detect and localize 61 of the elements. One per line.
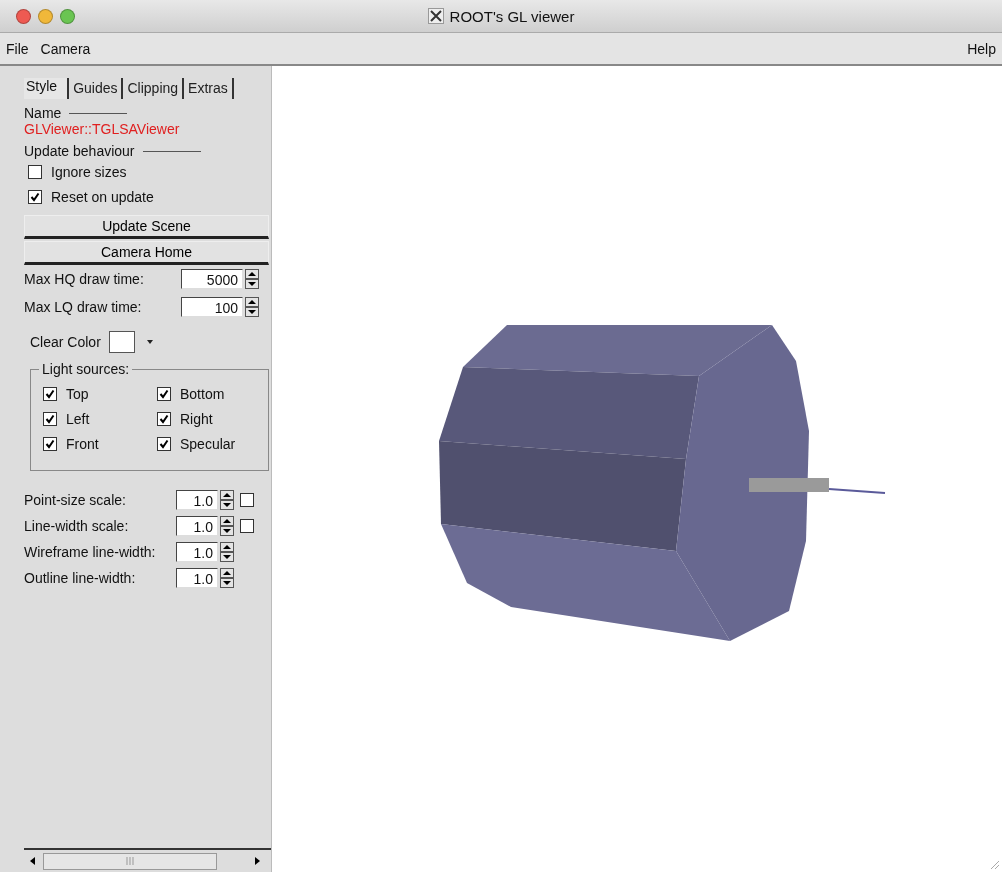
checkbox[interactable] bbox=[157, 387, 171, 401]
field-label: Outline line-width: bbox=[24, 570, 137, 586]
help-menu[interactable]: Help bbox=[967, 40, 996, 57]
color-swatch[interactable] bbox=[108, 331, 135, 353]
checkbox-label: Reset on update bbox=[51, 189, 154, 205]
checkbox[interactable] bbox=[240, 493, 254, 507]
spin-buttons[interactable] bbox=[220, 568, 234, 588]
checkbox[interactable] bbox=[240, 519, 254, 533]
spin-buttons[interactable] bbox=[220, 516, 234, 536]
section-label: Update behaviour bbox=[24, 143, 135, 159]
checkbox-label: Left bbox=[66, 411, 90, 427]
group-title: Light sources: bbox=[39, 361, 133, 377]
field-label: Max LQ draw time: bbox=[24, 299, 143, 315]
scroll-left-icon[interactable] bbox=[30, 857, 35, 865]
tab[interactable]: Style bbox=[24, 78, 70, 99]
resize-grip-icon[interactable] bbox=[988, 858, 1000, 870]
checkbox-label: Specular bbox=[180, 436, 236, 452]
menu-item[interactable]: Camera bbox=[40, 40, 91, 57]
spin-buttons[interactable] bbox=[220, 490, 234, 510]
number-field[interactable]: 1.0 bbox=[176, 568, 218, 588]
viewer-name: GLViewer::TGLSAViewer bbox=[24, 121, 181, 137]
checkbox-label: Bottom bbox=[180, 386, 225, 402]
field-label: Point-size scale: bbox=[24, 492, 127, 508]
checkbox[interactable] bbox=[28, 190, 42, 204]
menu-item[interactable]: File bbox=[6, 40, 29, 57]
checkbox[interactable] bbox=[157, 412, 171, 426]
tab[interactable]: Guides bbox=[69, 78, 124, 99]
checkbox-label: Ignore sizes bbox=[51, 164, 127, 180]
horizontal-scrollbar[interactable] bbox=[24, 848, 271, 872]
number-field[interactable]: 1.0 bbox=[176, 516, 218, 536]
checkbox-label: Right bbox=[180, 411, 213, 427]
number-field[interactable]: 5000 bbox=[181, 269, 243, 289]
zoom-button[interactable] bbox=[60, 9, 75, 24]
close-button[interactable] bbox=[16, 9, 31, 24]
checkbox-label: Front bbox=[66, 436, 99, 452]
dropdown-arrow-icon[interactable] bbox=[146, 340, 153, 344]
scroll-right-icon[interactable] bbox=[255, 857, 260, 865]
field-label: Clear Color bbox=[30, 334, 101, 350]
tab[interactable]: Extras bbox=[184, 78, 234, 99]
checkbox[interactable] bbox=[43, 437, 57, 451]
checkbox[interactable] bbox=[157, 437, 171, 451]
tab[interactable]: Clipping bbox=[123, 78, 185, 99]
checkbox[interactable] bbox=[43, 412, 57, 426]
field-label: Wireframe line-width: bbox=[24, 544, 157, 560]
window-title: ROOT's GL viewer bbox=[449, 7, 575, 25]
number-field[interactable]: 1.0 bbox=[176, 542, 218, 562]
spin-buttons[interactable] bbox=[245, 269, 259, 289]
field-label: Max HQ draw time: bbox=[24, 271, 145, 287]
number-field[interactable]: 1.0 bbox=[176, 490, 218, 510]
panel-button[interactable]: Camera Home bbox=[24, 241, 269, 265]
scrollbar-thumb[interactable] bbox=[43, 852, 217, 870]
number-field[interactable]: 100 bbox=[181, 297, 243, 317]
checkbox[interactable] bbox=[43, 387, 57, 401]
spin-buttons[interactable] bbox=[245, 297, 259, 317]
spin-buttons[interactable] bbox=[220, 542, 234, 562]
x-app-icon bbox=[427, 8, 444, 24]
field-label: Line-width scale: bbox=[24, 518, 130, 534]
checkbox-label: Top bbox=[66, 386, 89, 402]
checkbox[interactable] bbox=[28, 165, 42, 179]
panel-button[interactable]: Update Scene bbox=[24, 215, 269, 239]
section-label: Name bbox=[24, 105, 62, 121]
